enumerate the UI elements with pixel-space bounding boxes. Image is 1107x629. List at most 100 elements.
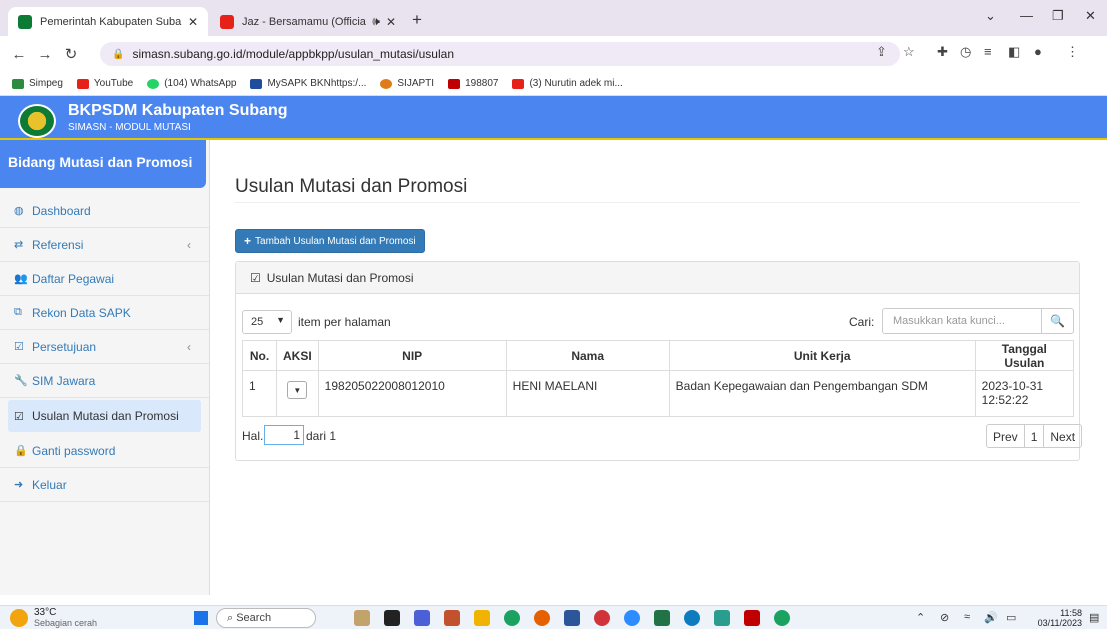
taskbar-app-icon[interactable] xyxy=(354,610,370,626)
file-explorer-icon[interactable] xyxy=(474,610,490,626)
tanggal-time: 12:52:22 xyxy=(981,393,1029,407)
reading-list-icon[interactable]: ≡ xyxy=(984,44,992,59)
taskbar-search[interactable]: ⌕ Search xyxy=(216,608,316,628)
sidebar-item-referensi[interactable]: ⇄ Referensi ‹ xyxy=(0,228,209,262)
close-tab-icon[interactable]: ✕ xyxy=(386,15,396,29)
sidebar: Bidang Mutasi dan Promosi ◍ Dashboard ⇄ Re… xyxy=(0,140,210,595)
lock-icon: 🔒 xyxy=(14,445,28,457)
cell-no: 1 xyxy=(242,370,277,417)
next-page-button[interactable]: Next xyxy=(1044,425,1081,447)
check-square-icon: ☑ xyxy=(14,410,24,423)
browser-tab-youtube[interactable]: Jaz - Bersamamu (Official Ly 🕪 ✕ xyxy=(210,7,406,36)
app-title: BKPSDM Kabupaten Subang xyxy=(68,102,288,119)
sidebar-item-keluar[interactable]: ➜ Keluar xyxy=(0,468,209,502)
close-tab-icon[interactable]: ✕ xyxy=(188,15,198,29)
sidebar-item-rekon-data-sapk[interactable]: ⧉ Rekon Data SAPK xyxy=(0,296,209,330)
excel-icon[interactable] xyxy=(654,610,670,626)
bookmark-mysapk[interactable]: MySAPK BKNhttps:/... xyxy=(250,78,366,89)
menu-kebab-icon[interactable]: ⋮ xyxy=(1066,44,1079,60)
page-1-button[interactable]: 1 xyxy=(1025,425,1045,447)
page-label: Hal. xyxy=(242,429,264,443)
bookmark-sijapti[interactable]: SIJAPTI xyxy=(380,78,434,89)
battery-icon[interactable]: ▭ xyxy=(1006,611,1016,624)
chrome-icon[interactable] xyxy=(774,610,790,626)
history-icon[interactable]: ◷ xyxy=(960,44,971,60)
audio-icon[interactable]: 🕪 xyxy=(372,14,380,29)
bookmark-youtube[interactable]: YouTube xyxy=(76,78,133,89)
clock[interactable]: 11:58 03/11/2023 xyxy=(1030,608,1082,628)
plus-icon: + xyxy=(244,234,252,248)
forward-button[interactable]: → xyxy=(32,46,58,63)
volume-icon[interactable]: 🔊 xyxy=(984,611,998,624)
word-icon[interactable] xyxy=(564,610,580,626)
taskbar-app-icon[interactable] xyxy=(744,610,760,626)
zoom-icon[interactable] xyxy=(624,610,640,626)
bookmark-simpeg[interactable]: Simpeg xyxy=(12,78,63,89)
search-input[interactable] xyxy=(882,308,1042,334)
page-number-input[interactable] xyxy=(264,425,304,445)
notification-icon[interactable]: ▤ xyxy=(1089,611,1099,624)
per-page-label: item per halaman xyxy=(298,315,391,329)
taskbar-app-icon[interactable] xyxy=(714,610,730,626)
sidebar-item-dashboard[interactable]: ◍ Dashboard xyxy=(0,194,209,228)
site-favicon-icon xyxy=(18,14,32,29)
url-text: simasn.subang.go.id/module/appbkpp/usula… xyxy=(132,47,454,61)
browser-tab-active[interactable]: Pemerintah Kabupaten Subang ✕ xyxy=(8,7,208,36)
sidebar-item-usulan-mutasi[interactable]: ☑ Usulan Mutasi dan Promosi xyxy=(8,400,201,432)
exchange-icon: ⇄ xyxy=(14,239,24,251)
bookmark-whatsapp[interactable]: (104) WhatsApp xyxy=(147,78,236,89)
users-icon: 👥 xyxy=(14,273,28,285)
new-tab-button[interactable]: + xyxy=(412,10,422,30)
firefox-icon[interactable] xyxy=(534,610,550,626)
bookmark-198807[interactable]: 198807 xyxy=(448,78,498,89)
bookmark-icon xyxy=(380,78,393,89)
weather-temperature: 33°C xyxy=(34,607,57,618)
chevron-up-icon[interactable]: ⌃ xyxy=(916,611,925,624)
sidebar-item-persetujuan[interactable]: ☑ Persetujuan ‹ xyxy=(0,330,209,364)
side-panel-icon[interactable]: ◧ xyxy=(1008,44,1020,60)
network-icon[interactable]: ⊘ xyxy=(940,611,949,624)
sidebar-item-sim-jawara[interactable]: 🔧 SIM Jawara xyxy=(0,364,209,398)
lock-icon: 🔒 xyxy=(112,48,125,60)
chevron-down-icon[interactable]: ⌄ xyxy=(985,8,996,24)
teams-icon[interactable] xyxy=(414,610,430,626)
powerpoint-icon[interactable] xyxy=(444,610,460,626)
bookmark-star-icon[interactable]: ☆ xyxy=(903,44,915,60)
title-divider xyxy=(235,202,1080,203)
taskbar-app-icon[interactable] xyxy=(594,610,610,626)
prev-page-button[interactable]: Prev xyxy=(987,425,1025,447)
usulan-table: No. AKSI NIP Nama Unit Kerja Tanggal Usu… xyxy=(242,340,1075,417)
column-header-nama: Nama xyxy=(505,340,670,371)
share-icon[interactable]: ⇪ xyxy=(876,44,887,60)
address-bar[interactable]: 🔒 simasn.subang.go.id/module/appbkpp/usu… xyxy=(100,42,900,66)
sidebar-heading: Bidang Mutasi dan Promosi xyxy=(0,140,206,188)
chevron-down-icon: ▼ xyxy=(276,315,285,325)
whatsapp-icon xyxy=(147,78,160,89)
per-page-select[interactable]: 25 ▼ xyxy=(242,310,292,334)
bookmark-nurutin[interactable]: (3) Nurutin adek mi... xyxy=(512,78,623,89)
dashboard-icon: ◍ xyxy=(14,205,24,217)
sidebar-item-ganti-password[interactable]: 🔒 Ganti password xyxy=(0,434,209,468)
back-button[interactable]: ← xyxy=(6,46,32,63)
extensions-icon[interactable]: ✚ xyxy=(937,44,948,60)
close-window-button[interactable]: ✕ xyxy=(1085,8,1096,24)
action-dropdown-button[interactable]: ▼ xyxy=(287,381,308,399)
sitemap-icon: ⧉ xyxy=(14,306,22,318)
taskbar-app-icon[interactable] xyxy=(384,610,400,626)
search-button[interactable]: 🔍 xyxy=(1042,308,1074,334)
add-usulan-button[interactable]: + Tambah Usulan Mutasi dan Promosi xyxy=(235,229,425,253)
clock-date: 03/11/2023 xyxy=(1037,618,1082,628)
chrome-icon[interactable] xyxy=(504,610,520,626)
restore-button[interactable]: ❐ xyxy=(1052,8,1064,24)
profile-icon[interactable]: ● xyxy=(1034,44,1042,59)
sidebar-item-daftar-pegawai[interactable]: 👥 Daftar Pegawai xyxy=(0,262,209,296)
reload-button[interactable]: ↻ xyxy=(58,45,84,63)
windows-start-icon[interactable] xyxy=(194,611,208,625)
column-header-aksi: AKSI xyxy=(276,340,319,371)
bookmark-icon xyxy=(448,78,461,89)
weather-widget[interactable]: 33°C Sebagian cerah xyxy=(10,608,97,628)
pagination: Prev 1 Next xyxy=(986,424,1083,448)
wifi-icon[interactable]: ≈ xyxy=(964,611,970,623)
edge-icon[interactable] xyxy=(684,610,700,626)
minimize-button[interactable]: — xyxy=(1020,8,1033,23)
